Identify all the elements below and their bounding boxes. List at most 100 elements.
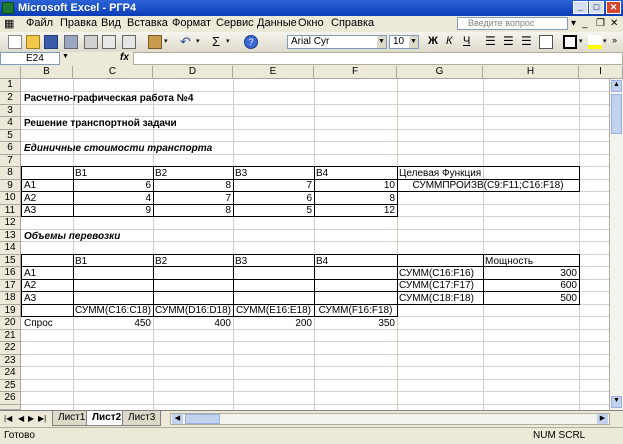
- row-sum-formula[interactable]: СУММ(C17:F17): [397, 280, 476, 291]
- row-header[interactable]: 11: [0, 205, 21, 217]
- new-document-icon[interactable]: [8, 35, 22, 49]
- menu-help[interactable]: Справка: [331, 17, 374, 29]
- demand-value[interactable]: 400: [153, 318, 233, 329]
- name-box[interactable]: E24: [0, 52, 60, 65]
- menu-tools[interactable]: Сервис: [216, 17, 254, 29]
- chevron-down-icon[interactable]: ▼: [377, 36, 386, 48]
- fill-dropdown-icon[interactable]: ▾: [603, 37, 607, 45]
- column-header[interactable]: C: [73, 66, 153, 79]
- fill-color-icon[interactable]: [588, 35, 602, 49]
- borders-dropdown-icon[interactable]: ▾: [579, 37, 583, 45]
- next-sheet-icon[interactable]: ▶: [28, 414, 34, 423]
- undo-icon[interactable]: ↶: [180, 34, 191, 50]
- dest-header[interactable]: B2: [153, 256, 169, 267]
- column-header[interactable]: F: [314, 66, 397, 79]
- column-header[interactable]: I: [579, 66, 623, 79]
- capacity-value[interactable]: 300: [483, 268, 579, 279]
- demand-value[interactable]: 450: [73, 318, 153, 329]
- prev-sheet-icon[interactable]: ◀: [18, 414, 24, 423]
- row-header[interactable]: 26: [0, 392, 21, 405]
- cost-cell[interactable]: 6: [73, 180, 153, 191]
- sheet-subtitle[interactable]: Решение транспортной задачи: [22, 118, 179, 129]
- print-preview-icon[interactable]: [102, 35, 116, 49]
- dest-header[interactable]: B3: [233, 168, 249, 179]
- cost-cell[interactable]: 4: [73, 193, 153, 204]
- row-header[interactable]: 9: [0, 180, 21, 192]
- sheet-tab-3[interactable]: Лист3: [122, 411, 162, 426]
- worksheet-grid[interactable]: B C D E F G H I 1 2 3 4 5 6 7 8 9 10 11 …: [0, 66, 623, 410]
- row-sum-formula[interactable]: СУММ(C16:F16): [397, 268, 476, 279]
- costs-heading[interactable]: Единичные стоимости транспорта: [22, 143, 214, 154]
- menu-edit[interactable]: Правка: [60, 17, 97, 29]
- cost-cell[interactable]: 5: [233, 205, 314, 216]
- scroll-up-icon[interactable]: ▲: [611, 80, 622, 92]
- goal-function-formula[interactable]: СУММПРОИЗВ(C9:F11;C16:F18): [397, 180, 579, 191]
- cost-cell[interactable]: 10: [314, 180, 397, 191]
- menu-format[interactable]: Формат: [172, 17, 211, 29]
- first-sheet-icon[interactable]: |◀: [4, 414, 12, 423]
- formula-input[interactable]: [133, 52, 623, 65]
- menu-data[interactable]: Данные: [257, 17, 297, 29]
- dest-header[interactable]: B2: [153, 168, 169, 179]
- paste-dropdown-icon[interactable]: ▾: [164, 37, 168, 45]
- row-header[interactable]: 22: [0, 342, 21, 355]
- horizontal-scrollbar[interactable]: ◀ ▶: [170, 413, 610, 425]
- row-header[interactable]: 2: [0, 92, 21, 105]
- column-header[interactable]: D: [153, 66, 233, 79]
- merge-center-icon[interactable]: [539, 35, 553, 49]
- doc-close-button[interactable]: ✕: [610, 18, 618, 29]
- row-header[interactable]: 7: [0, 155, 21, 167]
- help-icon[interactable]: ?: [244, 35, 258, 49]
- row-sum-formula[interactable]: СУММ(C18:F18): [397, 293, 476, 304]
- row-header[interactable]: 6: [0, 142, 21, 155]
- cost-cell[interactable]: 8: [153, 205, 233, 216]
- doc-minimize-button[interactable]: _: [582, 18, 588, 29]
- column-header[interactable]: H: [483, 66, 579, 79]
- align-left-icon[interactable]: ☰: [485, 34, 496, 48]
- col-sum-formula[interactable]: СУММ(E16:E18): [233, 305, 314, 316]
- fx-icon[interactable]: fx: [120, 52, 129, 63]
- capacity-label[interactable]: Мощность: [483, 256, 535, 267]
- name-box-dropdown-icon[interactable]: ▼: [62, 53, 69, 60]
- row-header[interactable]: 1: [0, 79, 21, 92]
- row-header[interactable]: 3: [0, 105, 21, 117]
- close-button[interactable]: ✕: [606, 1, 621, 14]
- goal-function-label[interactable]: Целевая Функция: [397, 168, 483, 179]
- menu-insert[interactable]: Вставка: [127, 17, 168, 29]
- row-header[interactable]: 16: [0, 267, 21, 280]
- font-name-select[interactable]: Arial Cyr ▼: [287, 35, 387, 49]
- dest-header[interactable]: B1: [73, 256, 89, 267]
- autosum-dropdown-icon[interactable]: ▾: [226, 37, 230, 45]
- scroll-left-icon[interactable]: ◀: [172, 414, 183, 424]
- cost-cell[interactable]: 12: [314, 205, 397, 216]
- row-header[interactable]: 17: [0, 280, 21, 292]
- borders-icon[interactable]: [563, 35, 577, 49]
- dest-header[interactable]: B3: [233, 256, 249, 267]
- row-header[interactable]: 19: [0, 305, 21, 317]
- font-size-select[interactable]: 10 ▼: [389, 35, 419, 49]
- align-center-icon[interactable]: ☰: [503, 34, 514, 48]
- row-header[interactable]: 5: [0, 130, 21, 142]
- scroll-thumb[interactable]: [611, 94, 622, 134]
- last-sheet-icon[interactable]: ▶|: [38, 414, 46, 423]
- col-sum-formula[interactable]: СУММ(F16:F18): [314, 305, 397, 316]
- align-right-icon[interactable]: ☰: [521, 34, 532, 48]
- row-header[interactable]: 12: [0, 217, 21, 230]
- demand-label[interactable]: Спрос: [22, 318, 55, 329]
- volumes-heading[interactable]: Объемы перевозки: [22, 231, 122, 242]
- menu-file[interactable]: Файл: [26, 17, 53, 29]
- cost-cell[interactable]: 9: [73, 205, 153, 216]
- col-sum-formula[interactable]: СУММ(D16:D18): [153, 305, 233, 316]
- dropdown-arrow-icon[interactable]: ▾: [571, 18, 576, 29]
- toolbar-options-icon[interactable]: »: [612, 35, 617, 45]
- bold-icon[interactable]: Ж: [428, 35, 438, 47]
- excel-doc-icon[interactable]: ▦: [4, 17, 14, 30]
- scroll-right-icon[interactable]: ▶: [597, 414, 608, 424]
- ask-question-box[interactable]: Введите вопрос: [457, 17, 568, 30]
- row-header[interactable]: 8: [0, 167, 21, 180]
- doc-restore-button[interactable]: ❐: [596, 18, 605, 29]
- undo-dropdown-icon[interactable]: ▾: [196, 37, 200, 45]
- cost-cell[interactable]: 8: [314, 193, 397, 204]
- cost-cell[interactable]: 6: [233, 193, 314, 204]
- dest-header[interactable]: B4: [314, 168, 330, 179]
